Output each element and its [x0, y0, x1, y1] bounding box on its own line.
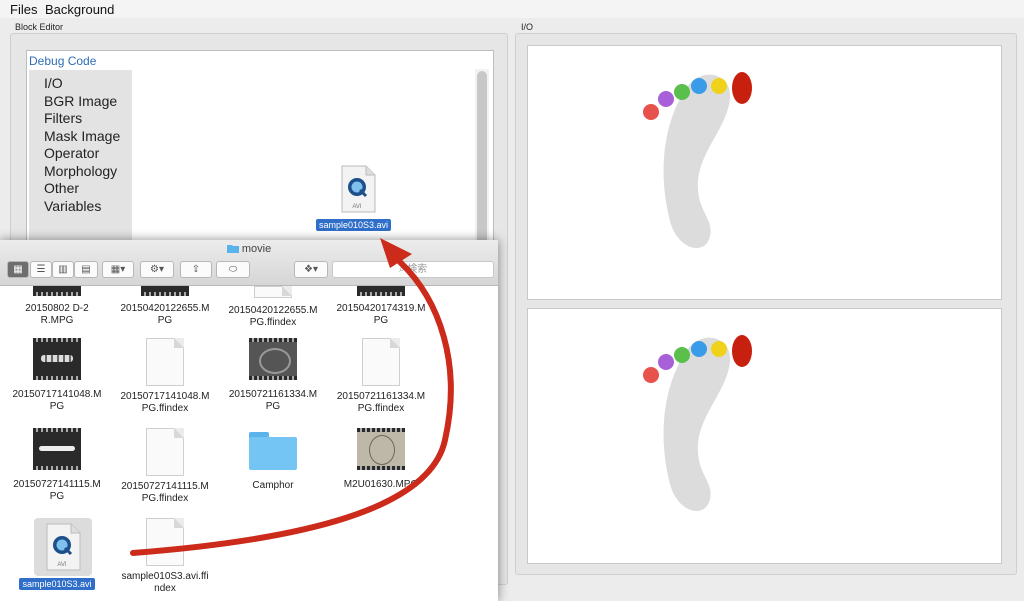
drag-arrow: [130, 238, 454, 556]
arrow-head-icon: [380, 238, 412, 268]
